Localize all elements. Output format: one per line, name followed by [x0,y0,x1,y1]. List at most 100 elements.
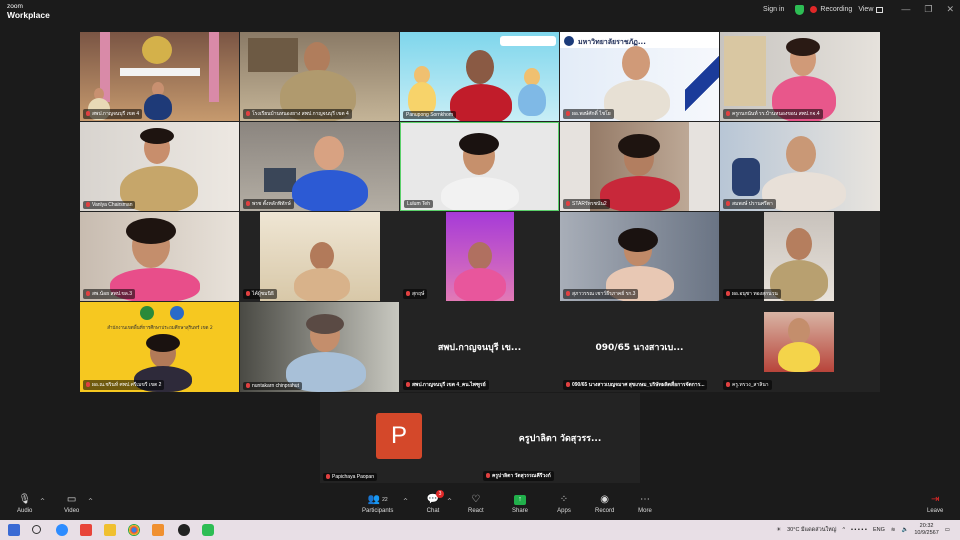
video-tile-active-speaker[interactable]: Lulum Teh [400,122,559,211]
react-button[interactable]: ♡ React [468,493,484,514]
video-tile[interactable]: สำนักงานเขตพื้นที่การศึกษาประถมศึกษาสุริ… [80,302,239,392]
video-tile[interactable]: ครูกนกนันท์ รร.บ้านหนองขอน สพป.กจ.4 [720,32,880,121]
participants-options-chevron-icon[interactable]: ^ [403,498,408,505]
record-dot-icon [810,6,818,13]
participant-display-name: ครูปาลิตา วัดสุวรร... [518,434,602,444]
windows-taskbar: ☀ 30°C มีแดดส่วนใหญ่ ^ ▪ ▪ ▪ ▪ ▪ ENG ≋ 🔈… [0,520,960,540]
video-tile[interactable]: ไค้ผู้ชมนิธิ [240,212,399,301]
video-tile[interactable]: nuntakarn chinprahut [240,302,399,392]
shield-icon[interactable] [795,4,805,15]
app-icon[interactable] [152,524,164,536]
chrome-icon[interactable] [128,524,140,536]
file-explorer-icon[interactable] [104,524,116,536]
apps-icon: ⁘ [559,494,569,505]
banner-text: สำนักงานเขตพื้นที่การศึกษาประถมศึกษาสุริ… [107,326,213,331]
search-icon[interactable] [32,525,41,534]
chat-button[interactable]: 💬 3 Chat [426,490,444,514]
video-tile[interactable]: มหาวิทยาลัยราชภัฏ... ผอ.พงษ์ศักดิ์ ไชโย [560,32,719,121]
zoom-app-icon[interactable] [56,524,68,536]
sign-in-button[interactable]: Sign in [758,5,789,14]
participant-name: ผอ.ณ.ชรินท์ ศพป.ศรีเมขรี เขต 2 [83,380,165,390]
heart-icon: ♡ [471,494,481,505]
video-tile[interactable]: STARรัทรชนัน2 [560,122,719,211]
grid-icon [876,6,884,13]
tray-app-icons[interactable]: ▪ ▪ ▪ ▪ ▪ [851,527,867,533]
participant-name: Panupong Sornkhom [403,111,456,119]
close-icon[interactable]: ✕ [946,4,954,15]
volume-icon[interactable]: 🔈 [901,527,908,533]
app-icon[interactable] [80,524,92,536]
video-options-chevron-icon[interactable]: ^ [88,498,93,505]
mic-muted-icon [86,382,90,388]
zoom-window: zoom Workplace Sign in Recording View — … [0,0,960,540]
zoom-logo: zoom Workplace [7,3,50,19]
language-indicator[interactable]: ENG [873,527,885,533]
video-tile[interactable]: ครู.ทรวง_สาลินา [720,302,880,392]
record-button[interactable]: ◉ Record [595,493,614,514]
participant-name: ครูปาลิตา วัดสุวรรณคีรีวงก์ [483,471,554,481]
video-tile[interactable]: สมพงษ์ ปรานศรีตา [720,122,880,211]
mic-muted-icon [566,111,570,117]
video-tile-camera-off[interactable]: ครูปาลิตา วัดสุวรร... ครูปาลิตา วัดสุวรร… [480,393,640,483]
video-tile[interactable]: Panupong Sornkhom [400,32,559,121]
video-tile-camera-off[interactable]: 090/65 นางสาวเบ... 090/65 นางสาวเบญจมาศ … [560,302,719,392]
audio-button[interactable]: 🎙 Audio [17,493,32,514]
title-bar: zoom Workplace Sign in Recording View — … [0,0,960,22]
leave-button[interactable]: ⇥ Leave [927,493,943,514]
video-tile[interactable]: สพป.กาญจนบุรี เขต 4 [80,32,239,121]
video-tile[interactable]: โรงเรียนบ้านหนองยาง สพป.กาญจนบุรี เขต 4 [240,32,399,121]
meeting-toolbar: 🎙 Audio ^ ▭ Video ^ 👥 22 Participants ^ 💬… [0,490,960,520]
recording-indicator[interactable]: Recording [810,6,852,13]
participants-button[interactable]: 👥 22 Participants [362,493,393,514]
wifi-icon[interactable]: ≋ [891,527,896,533]
notifications-icon[interactable]: ▭ [945,527,950,533]
video-tile-camera-off[interactable]: P Papichaya Paopan [320,393,479,483]
clock[interactable]: 20:32 10/9/2567 [914,523,938,537]
more-button[interactable]: ⋯ More [638,493,652,514]
audio-options-chevron-icon[interactable]: ^ [40,498,45,505]
minimize-icon[interactable]: — [901,4,910,15]
mic-muted-icon [566,382,570,388]
participant-name: Vanlya Chairsman [83,201,136,209]
participant-display-name: 090/65 นางสาวเบ... [595,343,684,353]
mic-muted-icon [406,291,410,297]
video-button[interactable]: ▭ Video [64,493,79,514]
video-tile[interactable]: ผอ.อนุชา ทองสุกนวน [720,212,880,301]
video-tile[interactable]: สุกฤษ์ [400,212,559,301]
share-button[interactable]: ↑ Share [512,493,528,514]
participant-name: สุภาวรรณ เชาว์ธีรภาคย์ รก.3 [563,289,639,299]
video-tile[interactable]: Vanlya Chairsman [80,122,239,211]
apps-button[interactable]: ⁘ Apps [557,493,571,514]
video-tile[interactable]: สุภาวรรณ เชาว์ธีรภาคย์ รก.3 [560,212,719,301]
participant-name: ครูกนกนันท์ รร.บ้านหนองขอน สพป.กจ.4 [723,109,823,119]
mic-muted-icon [406,382,410,388]
participant-display-name: สพป.กาญจนบุรี เข... [437,343,522,353]
mic-muted-icon [246,201,250,207]
gallery-overflow-strip: P Papichaya Paopan ครูปาลิตา วัดสุวรร...… [320,393,640,483]
view-button[interactable]: View [858,6,884,13]
chat-options-chevron-icon[interactable]: ^ [447,498,452,505]
leave-icon: ⇥ [930,494,940,505]
video-gallery: สพป.กาญจนบุรี เขต 4 โรงเรียนบ้านหนองยาง … [80,32,880,392]
chat-icon: 💬 3 [426,490,444,506]
mic-muted-icon [566,291,570,297]
restore-icon[interactable]: ❐ [924,4,932,15]
tray-chevron-icon[interactable]: ^ [842,527,845,533]
weather-icon[interactable]: ☀ [776,527,781,533]
video-tile[interactable]: พรช ตั้งหลักพิทักษ์ [240,122,399,211]
brand-workplace: Workplace [7,10,50,20]
participant-name: สพป.กาญจนบุรี เขต 4_คน.ไพฑูรย์ [403,380,489,390]
video-tile[interactable]: สพ.น้อย สพป.ขล.3 [80,212,239,301]
mic-muted-icon [326,474,330,480]
app-icon[interactable] [178,524,190,536]
mic-muted-icon [726,201,730,207]
record-icon: ◉ [600,494,610,505]
more-icon: ⋯ [640,494,650,505]
video-tile-camera-off[interactable]: สพป.กาญจนบุรี เข... สพป.กาญจนบุรี เขต 4_… [400,302,559,392]
windows-start-icon[interactable] [8,524,20,536]
line-app-icon[interactable] [202,524,214,536]
participant-name: สมพงษ์ ปรานศรีตา [723,199,776,209]
weather-text[interactable]: 30°C มีแดดส่วนใหญ่ [787,526,836,534]
participant-name: สุกฤษ์ [403,289,428,299]
view-label: View [858,6,874,13]
